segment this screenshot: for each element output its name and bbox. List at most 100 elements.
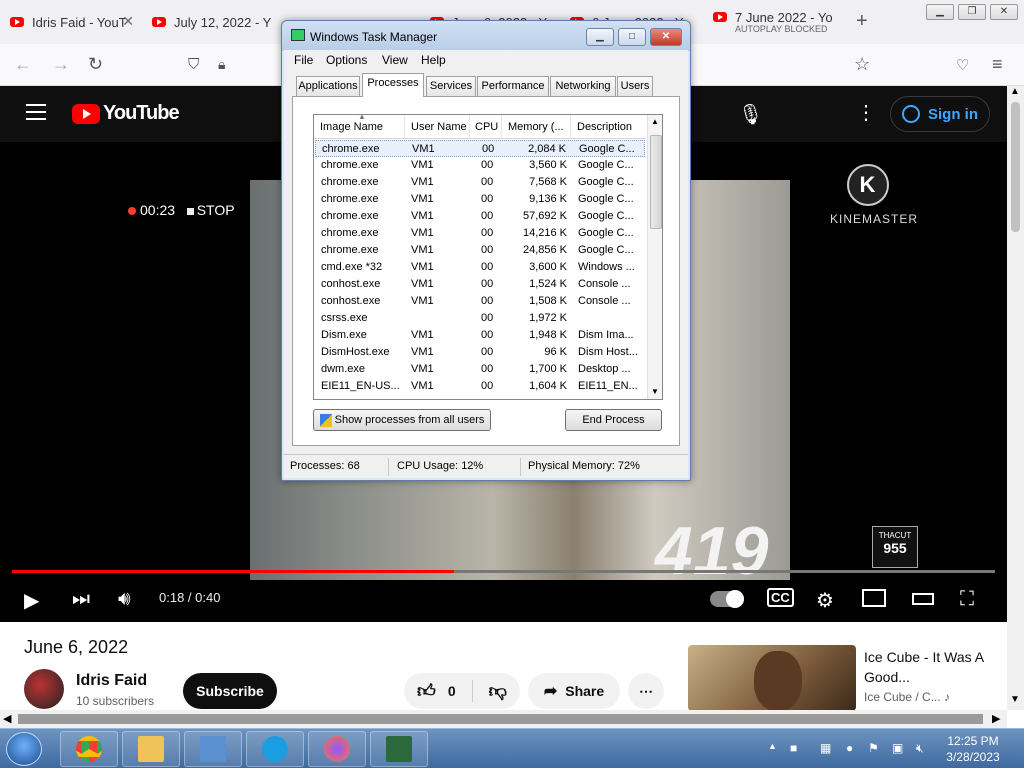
table-row[interactable]: chrome.exe VM1 00 2,084 K Google C... xyxy=(315,140,645,157)
table-row[interactable]: DismHost.exe VM1 00 96 K Dism Host... xyxy=(315,344,645,361)
minimize-button[interactable]: ▁ xyxy=(586,28,614,46)
progress-bar[interactable] xyxy=(12,570,995,573)
youtube-logo[interactable]: YouTube xyxy=(72,102,180,125)
hamburger-menu-icon[interactable] xyxy=(26,104,46,125)
column-separator[interactable] xyxy=(469,115,470,139)
table-row[interactable]: chrome.exe VM1 00 9,136 K Google C... xyxy=(315,191,645,208)
menu-file[interactable]: File xyxy=(294,53,313,67)
table-row[interactable]: Dism.exe VM1 00 1,948 K Dism Ima... xyxy=(315,327,645,344)
taskbar-firefox[interactable] xyxy=(308,731,366,767)
taskbar-ie[interactable] xyxy=(246,731,304,767)
more-options-icon[interactable]: ⋮ xyxy=(856,100,876,125)
scroll-up-icon[interactable]: ▲ xyxy=(1010,86,1020,97)
close-button[interactable]: ✕ xyxy=(650,28,682,46)
scroll-thumb[interactable] xyxy=(650,135,662,229)
channel-avatar[interactable] xyxy=(24,669,64,709)
tab-services[interactable]: Services xyxy=(426,76,476,96)
column-separator[interactable] xyxy=(404,115,405,139)
table-row[interactable]: cmd.exe *32 VM1 00 3,600 K Windows ... xyxy=(315,259,645,276)
play-icon[interactable]: ▶ xyxy=(24,588,39,613)
table-row[interactable]: EIE11_EN-US... VM1 00 1,604 K EIE11_EN... xyxy=(315,378,645,395)
share-button[interactable]: ➦ Share xyxy=(528,673,620,709)
taskbar-clock[interactable]: 12:25 PM 3/28/2023 xyxy=(940,733,1006,765)
table-row[interactable]: conhost.exe VM1 00 1,524 K Console ... xyxy=(315,276,645,293)
scroll-left-icon[interactable]: ◀ xyxy=(3,712,11,725)
column-cpu[interactable]: CPU xyxy=(475,121,498,133)
back-arrow-icon[interactable]: ← xyxy=(14,54,32,75)
process-list-scrollbar[interactable]: ▲ ▼ xyxy=(647,115,662,399)
captions-icon[interactable]: CC xyxy=(767,588,794,607)
table-row[interactable]: chrome.exe VM1 00 7,568 K Google C... xyxy=(315,174,645,191)
task-manager-window[interactable]: Windows Task Manager ▁ □ ✕ File Options … xyxy=(281,20,691,481)
channel-name[interactable]: Idris Faid xyxy=(76,672,147,690)
maximize-button[interactable]: □ xyxy=(618,28,646,46)
table-row[interactable]: conhost.exe VM1 00 1,508 K Console ... xyxy=(315,293,645,310)
action-center-flag-icon[interactable]: ⚑ xyxy=(868,741,879,755)
show-all-processes-button[interactable]: Show processes from all users xyxy=(313,409,491,431)
scroll-right-icon[interactable]: ▶ xyxy=(992,712,1000,725)
menu-options[interactable]: Options xyxy=(326,53,367,67)
network-icon[interactable]: ▣ xyxy=(892,741,903,755)
more-actions-button[interactable]: ⋯ xyxy=(628,673,664,709)
page-horizontal-scrollbar[interactable]: ◀ ▶ xyxy=(0,710,1007,728)
autoplay-toggle[interactable] xyxy=(710,590,744,608)
scroll-thumb[interactable] xyxy=(18,714,983,724)
table-row[interactable]: chrome.exe VM1 00 24,856 K Google C... xyxy=(315,242,645,259)
bookmark-star-icon[interactable]: ☆ xyxy=(854,54,870,75)
table-row[interactable]: csrss.exe 00 1,972 K xyxy=(315,310,645,327)
browser-tab[interactable]: 7 June 2022 - Yo AUTOPLAY BLOCKED xyxy=(713,0,838,44)
volume-icon[interactable]: 🔊︎ xyxy=(118,588,131,611)
miniplayer-icon[interactable] xyxy=(862,589,886,607)
end-process-button[interactable]: End Process xyxy=(565,409,662,431)
column-user-name[interactable]: User Name xyxy=(411,121,467,133)
column-separator[interactable] xyxy=(570,115,571,139)
new-tab-button[interactable]: + xyxy=(856,10,868,33)
like-thumb-icon[interactable]: 👍︎ xyxy=(417,680,436,702)
suggestion-thumbnail[interactable] xyxy=(688,645,856,711)
taskbar-explorer[interactable] xyxy=(122,731,180,767)
tab-networking[interactable]: Networking xyxy=(550,76,616,96)
forward-arrow-icon[interactable]: → xyxy=(52,54,70,75)
taskbar-task-manager[interactable] xyxy=(370,731,428,767)
lock-icon[interactable]: 🔒︎ xyxy=(218,56,225,73)
tray-app-icon[interactable]: ● xyxy=(846,741,853,755)
column-description[interactable]: Description xyxy=(577,121,632,133)
settings-gear-icon[interactable]: ⚙︎ xyxy=(816,588,834,613)
theater-mode-icon[interactable] xyxy=(912,593,934,605)
browser-tab[interactable]: July 12, 2022 - Y xyxy=(152,0,276,44)
menu-help[interactable]: Help xyxy=(421,53,446,67)
close-window-button[interactable]: ✕ xyxy=(990,4,1018,20)
tab-users[interactable]: Users xyxy=(617,76,653,96)
scroll-up-icon[interactable]: ▲ xyxy=(651,117,659,126)
next-icon[interactable]: ⏭︎ xyxy=(72,588,90,611)
microphone-icon[interactable]: 🎙︎ xyxy=(738,102,763,127)
menu-icon[interactable]: ≡ xyxy=(992,54,1003,75)
scroll-down-icon[interactable]: ▼ xyxy=(651,387,659,396)
pocket-icon[interactable]: ♡ xyxy=(956,56,969,74)
column-memory[interactable]: Memory (... xyxy=(508,121,564,133)
taskbar-chrome[interactable] xyxy=(60,731,118,767)
subscribe-button[interactable]: Subscribe xyxy=(183,673,277,709)
volume-muted-icon[interactable]: 🔇︎ xyxy=(916,741,924,756)
menu-view[interactable]: View xyxy=(382,53,408,67)
scroll-thumb[interactable] xyxy=(1011,102,1020,232)
restore-button[interactable]: ❐ xyxy=(958,4,986,20)
tab-performance[interactable]: Performance xyxy=(477,76,549,96)
table-row[interactable]: chrome.exe VM1 00 3,560 K Google C... xyxy=(315,157,645,174)
dislike-thumb-icon[interactable]: 👎︎ xyxy=(489,680,507,702)
fullscreen-icon[interactable]: ⛶ xyxy=(960,588,974,611)
column-image-name[interactable]: Image Name xyxy=(320,121,383,133)
tab-applications[interactable]: Applications xyxy=(296,76,360,96)
suggestion-title[interactable]: Ice Cube - It Was A Good... xyxy=(864,647,1004,687)
table-row[interactable]: chrome.exe VM1 00 14,216 K Google C... xyxy=(315,225,645,242)
process-list[interactable]: Image Name ▲ User Name CPU Memory (... D… xyxy=(313,114,663,400)
column-separator[interactable] xyxy=(501,115,502,139)
show-hidden-icons-icon[interactable]: ▲ xyxy=(768,741,777,751)
task-manager-titlebar[interactable]: Windows Task Manager ▁ □ ✕ xyxy=(282,21,690,51)
start-button[interactable] xyxy=(6,732,42,766)
tab-processes[interactable]: Processes xyxy=(362,73,424,97)
browser-tab[interactable]: Idris Faid - YouT ✕ xyxy=(10,0,140,44)
scroll-down-icon[interactable]: ▼ xyxy=(1010,694,1020,705)
table-row[interactable]: chrome.exe VM1 00 57,692 K Google C... xyxy=(315,208,645,225)
tray-network-icon[interactable]: ▦ xyxy=(820,741,831,755)
